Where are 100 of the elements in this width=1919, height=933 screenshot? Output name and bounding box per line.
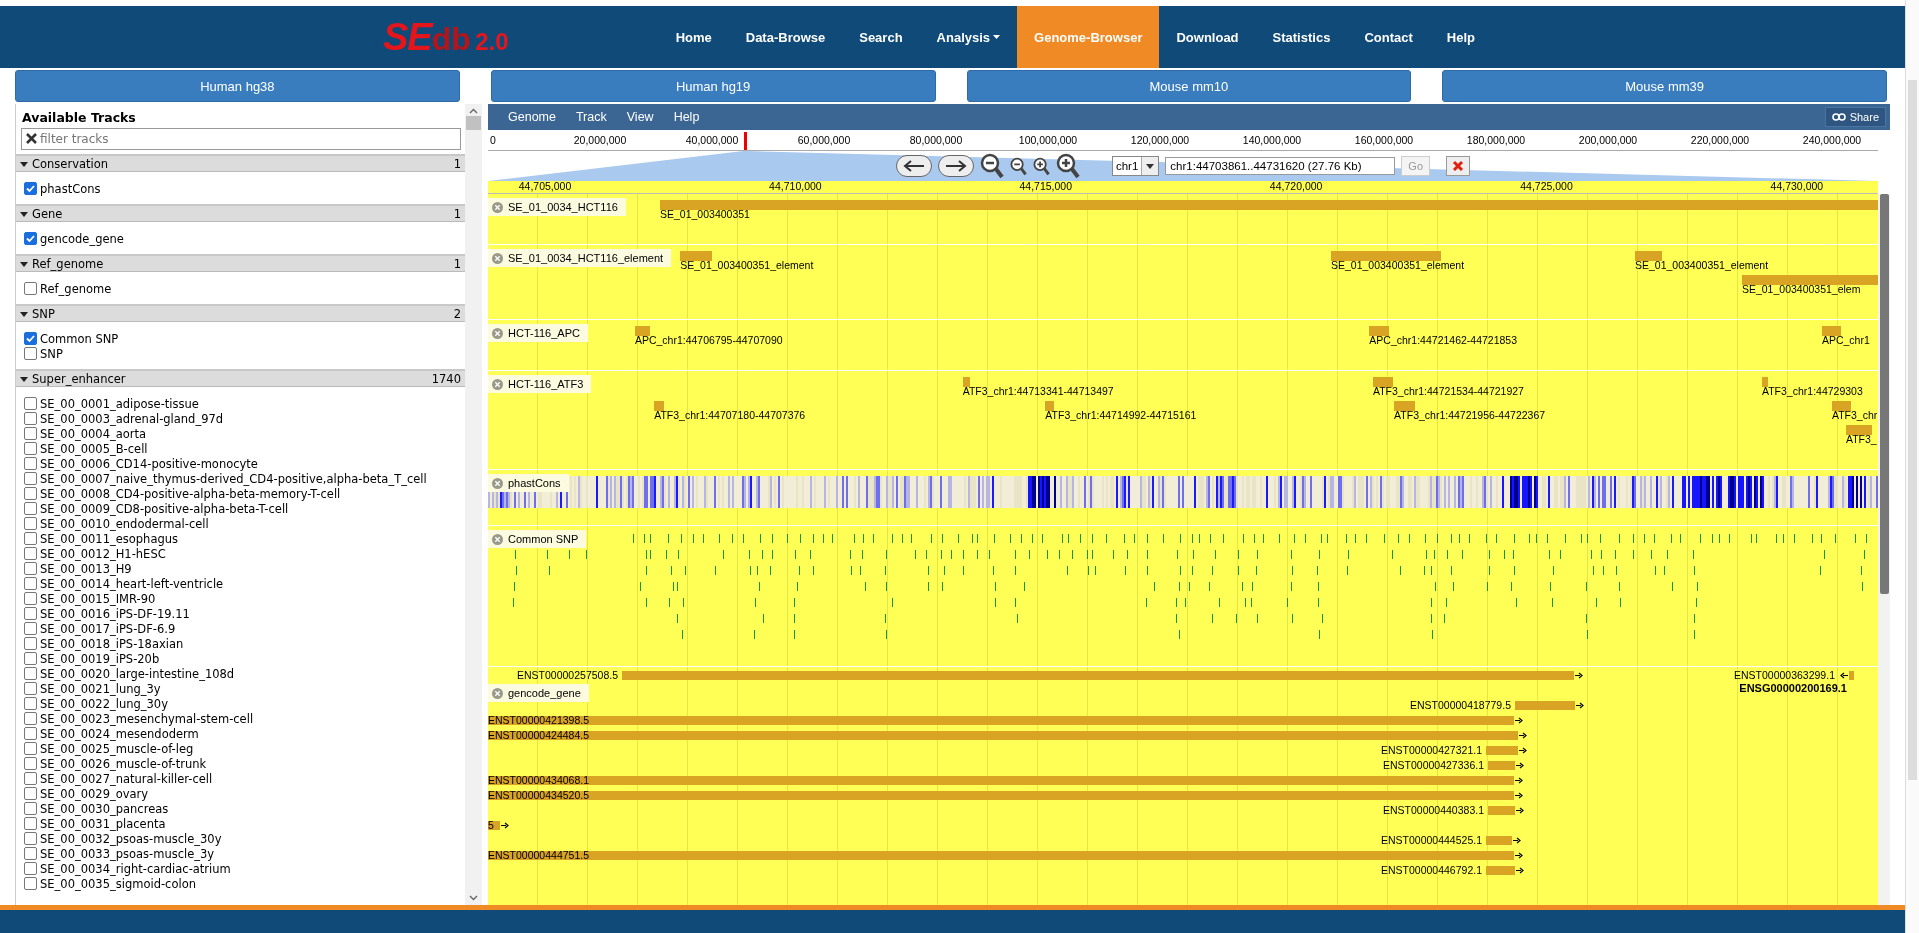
dataset-option[interactable]: Common SNP: [40, 331, 119, 346]
share-button[interactable]: Share: [1824, 107, 1886, 127]
transcript-bar[interactable]: [488, 776, 1514, 785]
checkbox[interactable]: [24, 667, 37, 680]
track-label[interactable]: gencode_gene: [488, 684, 589, 702]
zoom-out-icon[interactable]: [1009, 156, 1027, 176]
nav-link[interactable]: Data-Browse: [728, 6, 843, 68]
scroll-down-icon[interactable]: [469, 895, 478, 901]
genome-tab[interactable]: Human hg38: [15, 70, 460, 102]
zoom-in-icon[interactable]: [1032, 156, 1050, 176]
dataset-option[interactable]: SNP: [40, 346, 63, 361]
checkbox[interactable]: [24, 757, 37, 770]
nav-link[interactable]: Download: [1159, 6, 1256, 68]
transcript-bar[interactable]: [488, 791, 1514, 800]
nav-link[interactable]: Help: [1429, 6, 1492, 68]
menu-item[interactable]: Genome: [498, 110, 566, 124]
checkbox[interactable]: [24, 592, 37, 605]
checkbox[interactable]: [24, 652, 37, 665]
close-icon[interactable]: [492, 378, 503, 390]
transcript-bar[interactable]: [488, 821, 500, 830]
nav-link[interactable]: Statistics: [1255, 6, 1348, 68]
checkbox[interactable]: [24, 742, 37, 755]
track-label[interactable]: Common SNP: [488, 530, 587, 548]
dataset-option[interactable]: SE_00_0018_iPS-18axian: [40, 636, 184, 651]
checkbox[interactable]: [24, 232, 37, 245]
dataset-option[interactable]: SE_00_0005_B-cell: [40, 441, 148, 456]
dataset-option[interactable]: SE_00_0033_psoas-muscle_3y: [40, 846, 215, 861]
track-label[interactable]: HCT-116_ATF3: [488, 375, 592, 393]
close-icon[interactable]: [492, 327, 503, 339]
transcript-bar[interactable]: [488, 716, 1514, 725]
track-label[interactable]: SE_01_0034_HCT116: [488, 198, 626, 216]
dataset-option[interactable]: SE_00_0020_large-intestine_108d: [40, 666, 235, 681]
location-field[interactable]: chr1:44703861..44731620 (27.76 Kb): [1165, 157, 1396, 175]
close-icon[interactable]: [492, 252, 503, 264]
dataset-option[interactable]: SE_00_0012_H1-hESC: [40, 546, 166, 561]
checkbox[interactable]: [24, 332, 37, 345]
category-header[interactable]: Gene 1: [16, 204, 465, 222]
clear-icon[interactable]: [26, 133, 37, 144]
dataset-option[interactable]: SE_00_0006_CD14-positive-monocyte: [40, 456, 258, 471]
dataset-option[interactable]: SE_00_0009_CD8-positive-alpha-beta-T-cell: [40, 501, 289, 516]
checkbox[interactable]: [24, 472, 37, 485]
genome-tab[interactable]: Mouse mm10: [966, 70, 1412, 102]
checkbox[interactable]: [24, 697, 37, 710]
checkbox[interactable]: [24, 577, 37, 590]
dataset-option[interactable]: SE_00_0010_endodermal-cell: [40, 516, 209, 531]
checkbox[interactable]: [24, 547, 37, 560]
dataset-option[interactable]: gencode_gene: [40, 231, 124, 246]
checkbox[interactable]: [24, 787, 37, 800]
scrollbar[interactable]: [1905, 0, 1919, 933]
menu-item[interactable]: View: [616, 110, 664, 124]
checkbox[interactable]: [24, 487, 37, 500]
transcript-bar[interactable]: [488, 731, 1518, 740]
dataset-option[interactable]: SE_00_0007_naive_thymus-derived_CD4-positive,alpha-beta_T_cell: [40, 471, 427, 486]
dataset-option[interactable]: SE_00_0024_mesendoderm: [40, 726, 199, 741]
dataset-option[interactable]: SE_00_0029_ovary: [40, 786, 149, 801]
close-icon[interactable]: [492, 533, 503, 545]
dataset-option[interactable]: SE_00_0025_muscle-of-leg: [40, 741, 194, 756]
checkbox[interactable]: [24, 442, 37, 455]
dataset-option[interactable]: SE_00_0008_CD4-positive-alpha-beta-memory-T-cell: [40, 486, 341, 501]
dataset-option[interactable]: SE_00_0017_iPS-DF-6.9: [40, 621, 176, 636]
checkbox[interactable]: [24, 427, 37, 440]
checkbox[interactable]: [24, 347, 37, 360]
close-icon[interactable]: [492, 201, 503, 213]
checkbox[interactable]: [24, 502, 37, 515]
checkbox[interactable]: [24, 397, 37, 410]
checkbox[interactable]: [24, 532, 37, 545]
dataset-option[interactable]: SE_00_0011_esophagus: [40, 531, 179, 546]
dataset-option[interactable]: Ref_genome: [40, 281, 112, 296]
category-header[interactable]: Conservation 1: [16, 154, 465, 172]
dataset-option[interactable]: SE_00_0014_heart-left-ventricle: [40, 576, 224, 591]
zoom-out-icon[interactable]: [979, 153, 1004, 179]
dataset-option[interactable]: SE_00_0001_adipose-tissue: [40, 396, 199, 411]
dataset-option[interactable]: SE_00_0022_lung_30y: [40, 696, 168, 711]
scrollbar-thumb[interactable]: [1879, 194, 1889, 594]
checkbox[interactable]: [24, 877, 37, 890]
category-header[interactable]: Super_enhancer 1740: [16, 369, 465, 387]
close-icon[interactable]: [492, 687, 503, 699]
nav-link[interactable]: Contact: [1347, 6, 1430, 68]
dataset-option[interactable]: SE_00_0004_aorta: [40, 426, 147, 441]
nav-link[interactable]: Home: [658, 6, 729, 68]
checkbox[interactable]: [24, 182, 37, 195]
checkbox[interactable]: [24, 817, 37, 830]
checkbox[interactable]: [24, 862, 37, 875]
checkbox[interactable]: [24, 607, 37, 620]
dataset-option[interactable]: SE_00_0019_iPS-20b: [40, 651, 160, 666]
transcript-bar[interactable]: [488, 851, 1514, 860]
zoom-in-icon[interactable]: [1055, 153, 1080, 179]
checkbox[interactable]: [24, 772, 37, 785]
dataset-option[interactable]: SE_00_0027_natural-killer-cell: [40, 771, 213, 786]
dataset-option[interactable]: SE_00_0034_right-cardiac-atrium: [40, 861, 231, 876]
checkbox[interactable]: [24, 517, 37, 530]
checkbox[interactable]: [24, 802, 37, 815]
menu-item[interactable]: Help: [663, 110, 710, 124]
menu-item[interactable]: Track: [565, 110, 617, 124]
genome-tab[interactable]: Human hg19: [490, 70, 936, 102]
chromosome-select[interactable]: chr1: [1111, 156, 1160, 176]
dataset-option[interactable]: SE_00_0031_placenta: [40, 816, 166, 831]
checkbox[interactable]: [24, 562, 37, 575]
dataset-option[interactable]: SE_00_0035_sigmoid-colon: [40, 876, 196, 891]
close-button[interactable]: [1446, 156, 1471, 176]
